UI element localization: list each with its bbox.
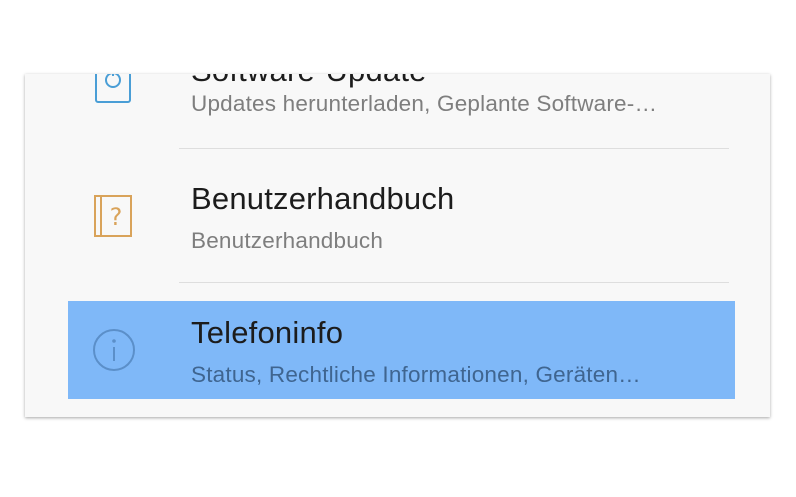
list-item-software-update[interactable]: Software-Update Updates herunterladen, G… [25, 74, 770, 148]
svg-text:?: ? [110, 203, 123, 231]
settings-list: Software-Update Updates herunterladen, G… [25, 74, 770, 417]
divider [179, 282, 729, 283]
item-subtitle: Updates herunterladen, Geplante Software… [191, 91, 658, 116]
info-icon [91, 327, 137, 373]
item-subtitle: Status, Rechtliche Informationen, Geräte… [191, 362, 641, 387]
item-title: Benutzerhandbuch [191, 181, 455, 216]
list-item-user-manual[interactable]: ? Benutzerhandbuch Benutzerhandbuch [25, 149, 770, 282]
list-item-phone-info[interactable]: Telefoninfo Status, Rechtliche Informati… [25, 301, 770, 399]
item-title: Telefoninfo [191, 315, 344, 350]
item-title: Software-Update [191, 74, 427, 89]
user-manual-icon: ? [93, 194, 135, 238]
item-subtitle: Benutzerhandbuch [191, 228, 384, 253]
software-update-icon [94, 74, 134, 106]
